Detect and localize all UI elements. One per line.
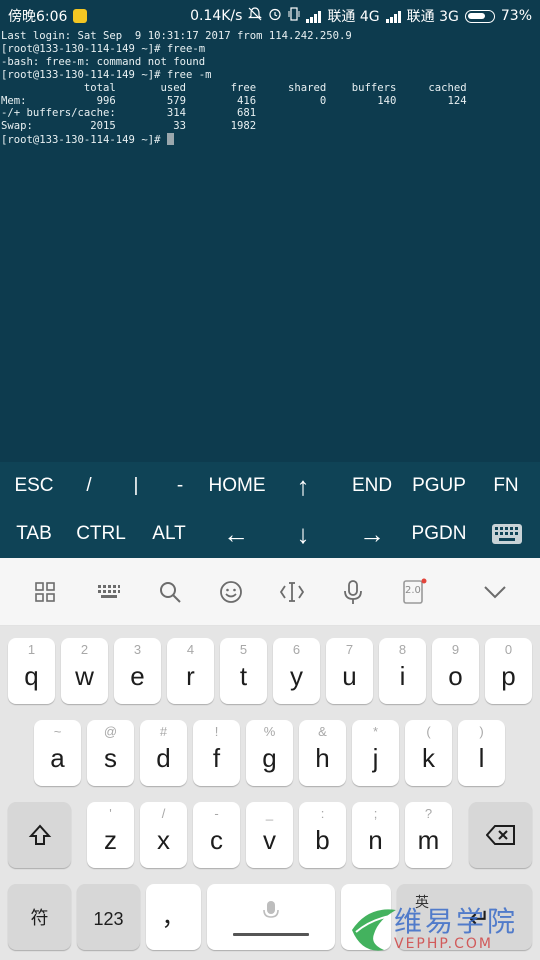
ctrl-key[interactable]: CTRL — [68, 510, 134, 558]
key-p[interactable]: 0p — [485, 638, 532, 704]
text-cursor-icon[interactable] — [275, 576, 309, 608]
watermark-text-cn: 维易学院 — [394, 905, 519, 938]
terminal-line: Swap: 2015 33 1982 — [1, 120, 257, 133]
terminal-line: [root@133-130-114-149 ~]# free -m — [1, 68, 212, 81]
terminal-line: total used free shared buffers cached — [1, 81, 467, 94]
watermark-text-en: VEPHP.COM — [394, 936, 493, 952]
signal-icon — [306, 10, 322, 23]
grid-menu-icon[interactable] — [28, 576, 62, 608]
signal-icon — [385, 10, 401, 23]
shift-key[interactable] — [8, 802, 71, 868]
carrier-1: 联通 4G — [327, 9, 380, 25]
comma-key[interactable]: ， — [146, 884, 201, 950]
numbers-key[interactable]: 123 — [77, 884, 140, 950]
network-speed: 0.14K/s — [190, 8, 243, 24]
symbols-key[interactable]: 符 — [8, 884, 71, 950]
key-z[interactable]: ' z — [87, 802, 134, 868]
space-key[interactable] — [207, 884, 335, 950]
key-n[interactable]: ; n — [352, 802, 399, 868]
keyboard-icon[interactable] — [482, 510, 532, 558]
fn-key[interactable]: FN — [478, 462, 534, 510]
key-j[interactable]: * j — [352, 720, 399, 786]
arrow-left-key[interactable]: ← — [208, 510, 264, 558]
site-watermark: 维易学院 VEPHP.COM — [346, 896, 540, 960]
battery-icon — [464, 9, 495, 23]
key-q[interactable]: 1q — [8, 638, 55, 704]
terminal-line: [root@133-130-114-149 ~]# free-m — [1, 42, 206, 55]
terminal-prompt: [root@133-130-114-149 ~]# — [1, 134, 167, 147]
key-s[interactable]: @ s — [87, 720, 134, 786]
app-notification-icon — [73, 9, 88, 23]
pgup-key[interactable]: PGUP — [406, 462, 472, 510]
carrier-2: 联通 3G — [406, 9, 459, 25]
key-o[interactable]: 9o — [432, 638, 479, 704]
terminal-prompt-line[interactable]: [root@133-130-114-149 ~]# — [1, 133, 540, 147]
tab-key[interactable]: TAB — [4, 510, 64, 558]
emoji-icon[interactable] — [214, 576, 248, 608]
key-g[interactable]: % g — [246, 720, 293, 786]
extra-keys-bar: ESC / | - HOME ↑ END PGUP FN TAB CTRL AL… — [0, 462, 540, 558]
key-v[interactable]: _ v — [246, 802, 293, 868]
vibrate-icon — [288, 6, 300, 26]
backspace-key[interactable] — [469, 802, 532, 868]
arrow-up-key[interactable]: ↑ — [278, 462, 328, 510]
terminal-line: -/+ buffers/cache: 314 681 — [1, 107, 257, 120]
key-y[interactable]: 6y — [273, 638, 320, 704]
key-m[interactable]: ? m — [405, 802, 452, 868]
arrow-right-key[interactable]: → — [344, 510, 400, 558]
keyboard-version-label: 2.0 — [405, 585, 421, 596]
mute-icon — [248, 6, 263, 26]
key-r[interactable]: 4r — [167, 638, 214, 704]
home-key[interactable]: HOME — [202, 462, 272, 510]
terminal-line: Mem: 996 579 416 0 140 124 — [1, 94, 467, 107]
end-key[interactable]: END — [340, 462, 404, 510]
status-left: 傍晚6:06 — [8, 6, 88, 26]
watermark-logo-icon — [352, 909, 396, 951]
key-d[interactable]: # d — [140, 720, 187, 786]
pgdn-key[interactable]: PGDN — [406, 510, 472, 558]
key-u[interactable]: 7u — [326, 638, 373, 704]
status-bar: 傍晚6:06 0.14K/s 联通 4G 联通 3G 73% — [0, 0, 540, 30]
keyboard-toolbar: 2.0 — [0, 558, 540, 626]
alarm-icon — [268, 7, 282, 26]
key-a[interactable]: ~ a — [34, 720, 81, 786]
search-icon[interactable] — [153, 576, 187, 608]
status-time: 傍晚6:06 — [8, 9, 68, 25]
microphone-icon[interactable] — [336, 576, 370, 608]
key-x[interactable]: / x — [140, 802, 187, 868]
alt-key[interactable]: ALT — [140, 510, 198, 558]
dash-key[interactable]: - — [158, 462, 202, 510]
key-k[interactable]: (k — [405, 720, 452, 786]
key-e[interactable]: 3e — [114, 638, 161, 704]
keypad-icon[interactable] — [92, 576, 126, 608]
status-right: 0.14K/s 联通 4G 联通 3G 73% — [190, 6, 532, 26]
key-l[interactable]: ) l — [458, 720, 505, 786]
key-f[interactable]: ! f — [193, 720, 240, 786]
esc-key[interactable]: ESC — [4, 462, 64, 510]
key-b[interactable]: :b — [299, 802, 346, 868]
terminal-line: -bash: free-m: command not found — [1, 55, 206, 68]
collapse-chevron-icon[interactable] — [478, 576, 512, 608]
key-c[interactable]: -c — [193, 802, 240, 868]
terminal-line: Last login: Sat Sep 9 10:31:17 2017 from… — [1, 30, 352, 42]
terminal-cursor — [166, 133, 174, 146]
key-t[interactable]: 5t — [220, 638, 267, 704]
battery-percent: 73% — [500, 8, 532, 24]
pipe-key[interactable]: | — [114, 462, 158, 510]
key-i[interactable]: 8i — [379, 638, 426, 704]
keyboard-version-icon[interactable]: 2.0 — [397, 576, 431, 608]
terminal-output[interactable]: Last login: Sat Sep 9 10:31:17 2017 from… — [0, 30, 540, 462]
arrow-down-key[interactable]: ↓ — [278, 510, 328, 558]
slash-key[interactable]: / — [64, 462, 114, 510]
key-w[interactable]: 2w — [61, 638, 108, 704]
key-h[interactable]: & h — [299, 720, 346, 786]
space-bar-line — [233, 933, 309, 936]
